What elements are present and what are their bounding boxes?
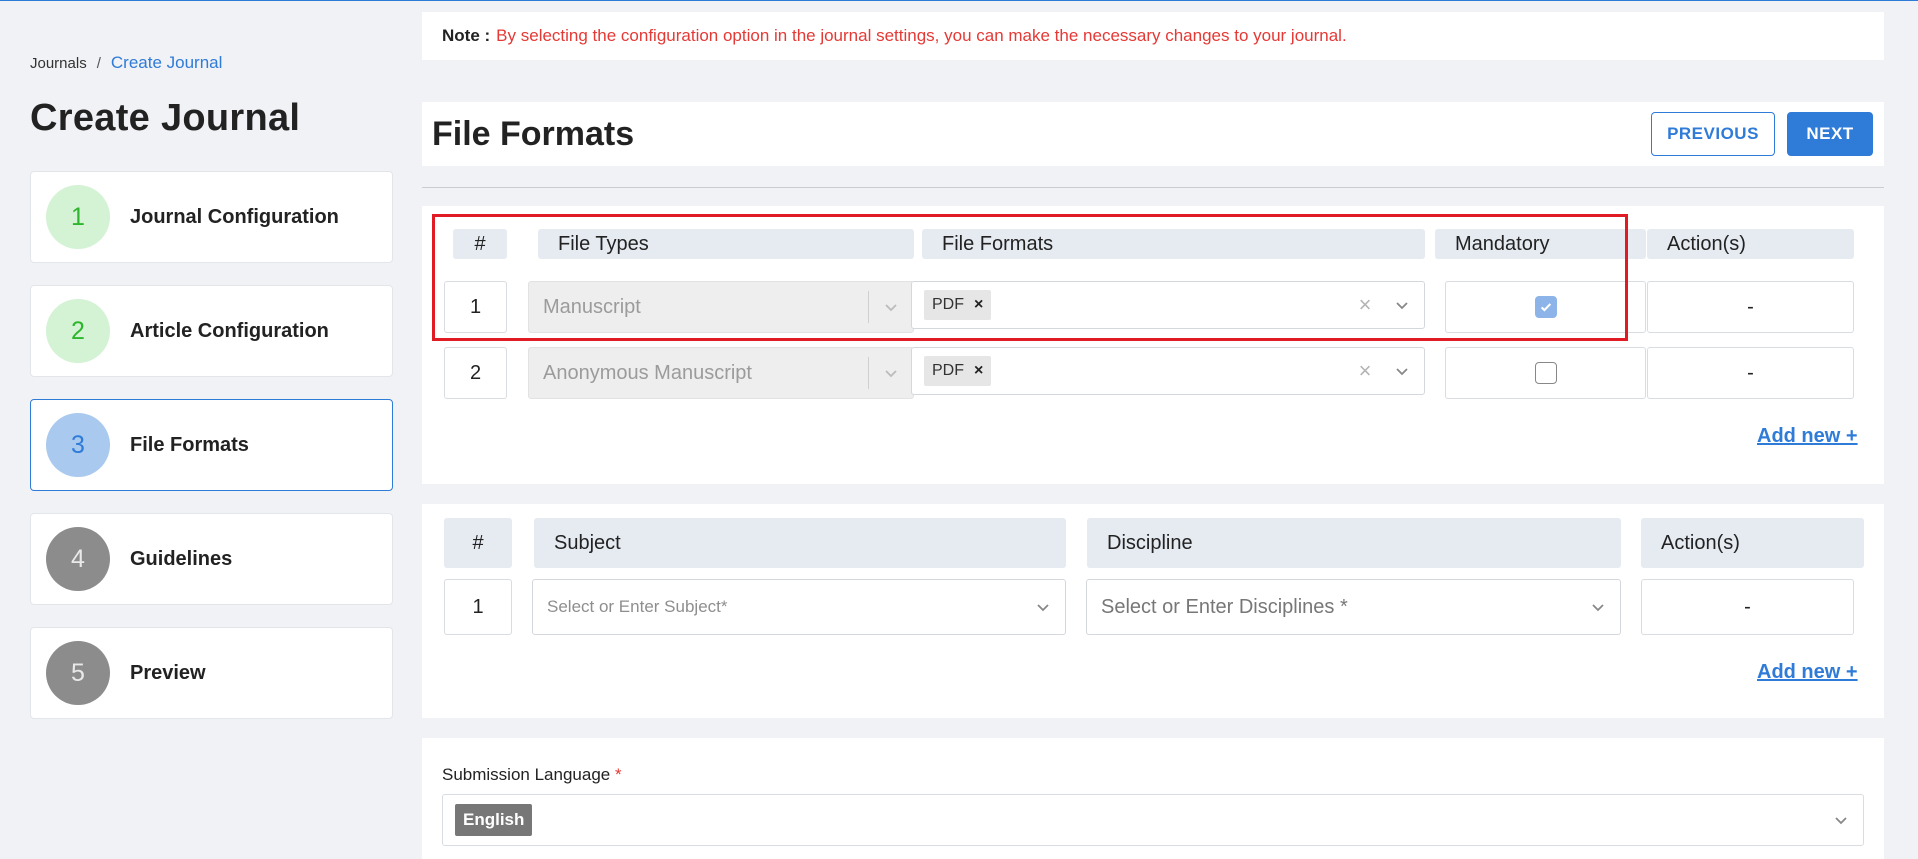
file-type-value: Manuscript [543,295,641,318]
section-title: File Formats [432,114,635,153]
breadcrumb-separator: / [96,54,101,72]
note-text: By selecting the configuration option in… [496,26,1347,45]
action-cell: - [1641,579,1854,635]
remove-tag-icon[interactable]: × [974,362,983,380]
format-tag-label: PDF [932,296,964,313]
breadcrumb-create-journal[interactable]: Create Journal [111,53,223,73]
required-mark: * [614,765,622,784]
subject-placeholder: Select or Enter Subject* [547,597,728,616]
chevron-down-icon[interactable] [1021,599,1065,615]
step-file-formats[interactable]: 3 File Formats [30,399,393,491]
breadcrumb-journals[interactable]: Journals [30,55,87,72]
header-file-types: File Types [538,229,914,259]
format-tag: PDF × [924,290,992,320]
file-type-select: Manuscript [528,281,914,333]
header-num: # [444,518,512,568]
section-header: File Formats PREVIOUS NEXT [422,102,1884,166]
submission-language-label-text: Submission Language [442,765,611,784]
chevron-down-icon[interactable] [1576,599,1620,615]
format-tag: PDF × [924,356,992,386]
remove-tag-icon[interactable]: × [974,296,983,314]
page-title: Create Journal [30,97,301,139]
step-number: 4 [46,527,110,591]
divider [422,187,1884,188]
language-chip: English [455,804,533,836]
clear-icon[interactable]: × [1350,358,1380,384]
step-label: Guidelines [130,547,233,570]
header-actions: Action(s) [1647,229,1854,259]
previous-button[interactable]: PREVIOUS [1651,112,1775,156]
row-number: 1 [444,281,507,333]
step-number: 1 [46,185,110,249]
step-label: Journal Configuration [130,205,339,228]
chevron-down-icon[interactable] [1819,812,1863,828]
step-guidelines[interactable]: 4 Guidelines [30,513,393,605]
clear-icon[interactable]: × [1350,292,1380,318]
chevron-down-icon [869,365,913,381]
submission-language-label: Submission Language * [442,765,622,785]
submission-language-card: Submission Language * English [422,738,1884,859]
file-type-value: Anonymous Manuscript [543,361,752,384]
breadcrumb: Journals / Create Journal [30,53,222,73]
step-number: 5 [46,641,110,705]
header-mandatory: Mandatory [1435,229,1646,259]
mandatory-cell [1445,281,1646,333]
next-button[interactable]: NEXT [1787,112,1873,156]
step-label: Preview [130,661,206,684]
mandatory-checkbox[interactable] [1534,296,1557,318]
discipline-placeholder: Select or Enter Disciplines * [1101,595,1348,618]
add-new-file-type-link[interactable]: Add new + [1757,425,1858,448]
header-file-formats: File Formats [922,229,1425,259]
subjects-card: # Subject Discipline Action(s) 1 Select … [422,504,1884,718]
note-banner: Note : By selecting the configuration op… [422,12,1884,60]
chevron-down-icon[interactable] [1380,363,1424,379]
header-actions: Action(s) [1641,518,1864,568]
step-number: 2 [46,299,110,363]
step-preview[interactable]: 5 Preview [30,627,393,719]
step-label: File Formats [130,433,249,456]
submission-language-select[interactable]: English [442,794,1864,846]
discipline-select[interactable]: Select or Enter Disciplines * [1086,579,1621,635]
step-journal-configuration[interactable]: 1 Journal Configuration [30,171,393,263]
header-num: # [453,229,507,259]
mandatory-checkbox[interactable] [1534,362,1557,384]
row-number: 1 [444,579,512,635]
file-formats-select[interactable]: PDF × × [911,281,1425,329]
step-article-configuration[interactable]: 2 Article Configuration [30,285,393,377]
header-subject: Subject [534,518,1066,568]
scrollbar[interactable] [1902,1,1918,859]
chevron-down-icon[interactable] [1380,297,1424,313]
action-cell: - [1647,281,1854,333]
format-tag-label: PDF [932,362,964,379]
note-label: Note : [442,26,491,45]
file-type-select: Anonymous Manuscript [528,347,914,399]
check-icon [1540,303,1551,312]
subject-select[interactable]: Select or Enter Subject* [532,579,1066,635]
action-cell: - [1647,347,1854,399]
step-list: 1 Journal Configuration 2 Article Config… [30,171,393,741]
chevron-down-icon [869,299,913,315]
step-number: 3 [46,413,110,477]
mandatory-cell [1445,347,1646,399]
row-number: 2 [444,347,507,399]
header-discipline: Discipline [1087,518,1621,568]
file-formats-select[interactable]: PDF × × [911,347,1425,395]
add-new-subject-link[interactable]: Add new + [1757,661,1858,684]
file-formats-card: # File Types File Formats Mandatory Acti… [422,206,1884,484]
step-label: Article Configuration [130,319,329,342]
